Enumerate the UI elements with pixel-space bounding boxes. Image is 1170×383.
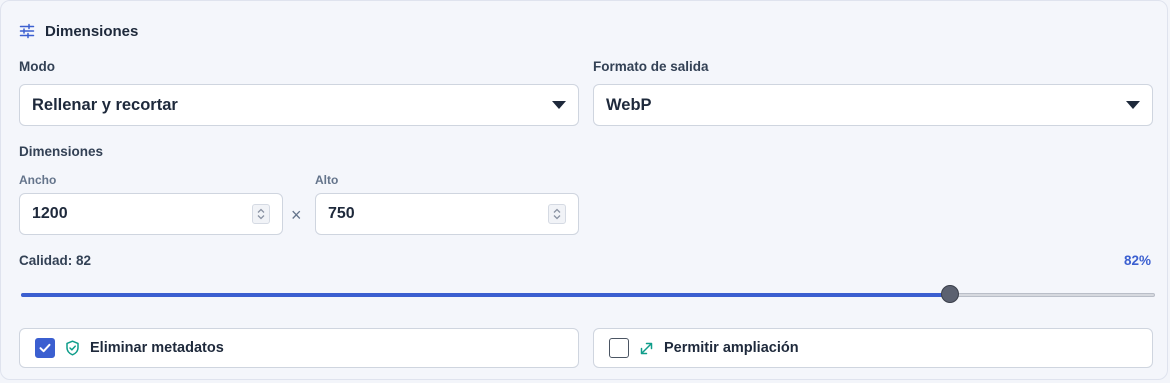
number-stepper-icon[interactable] (548, 204, 566, 224)
sliders-icon (19, 23, 35, 39)
mode-label: Modo (19, 59, 55, 74)
strip-metadata-option[interactable]: Eliminar metadatos (19, 328, 579, 368)
allow-upscale-checkbox[interactable] (609, 338, 629, 358)
chevron-down-icon (552, 101, 566, 109)
quality-percent: 82% (1123, 253, 1151, 268)
quality-label: Calidad: 82 (19, 253, 92, 268)
height-input-value: 750 (328, 205, 355, 222)
mode-select-value: Rellenar y recortar (32, 95, 178, 114)
strip-metadata-label: Eliminar metadatos (90, 340, 224, 356)
dimensions-panel: Dimensiones Modo Rellenar y recortar For… (0, 0, 1168, 380)
format-select[interactable]: WebP (593, 84, 1153, 126)
width-input-value: 1200 (32, 205, 68, 222)
allow-upscale-option[interactable]: Permitir ampliación (593, 328, 1153, 368)
height-input[interactable]: 750 (315, 193, 579, 235)
format-label: Formato de salida (593, 59, 709, 74)
expand-arrows-icon (639, 341, 654, 356)
quality-slider[interactable] (21, 285, 1155, 303)
quality-slider-fill (21, 293, 950, 297)
width-label: Ancho (19, 173, 57, 187)
allow-upscale-label: Permitir ampliación (664, 340, 799, 356)
section-title: Dimensiones (45, 22, 139, 40)
number-stepper-icon[interactable] (252, 204, 270, 224)
times-separator: × (291, 205, 302, 225)
quality-slider-thumb[interactable] (941, 285, 959, 303)
shield-check-icon (65, 340, 80, 356)
format-select-value: WebP (606, 95, 652, 114)
width-input[interactable]: 1200 (19, 193, 283, 235)
section-header: Dimensiones (19, 21, 138, 41)
dimensions-label: Dimensiones (19, 144, 104, 159)
strip-metadata-checkbox[interactable] (35, 338, 55, 358)
height-label: Alto (315, 173, 339, 187)
mode-select[interactable]: Rellenar y recortar (19, 84, 579, 126)
chevron-down-icon (1126, 101, 1140, 109)
